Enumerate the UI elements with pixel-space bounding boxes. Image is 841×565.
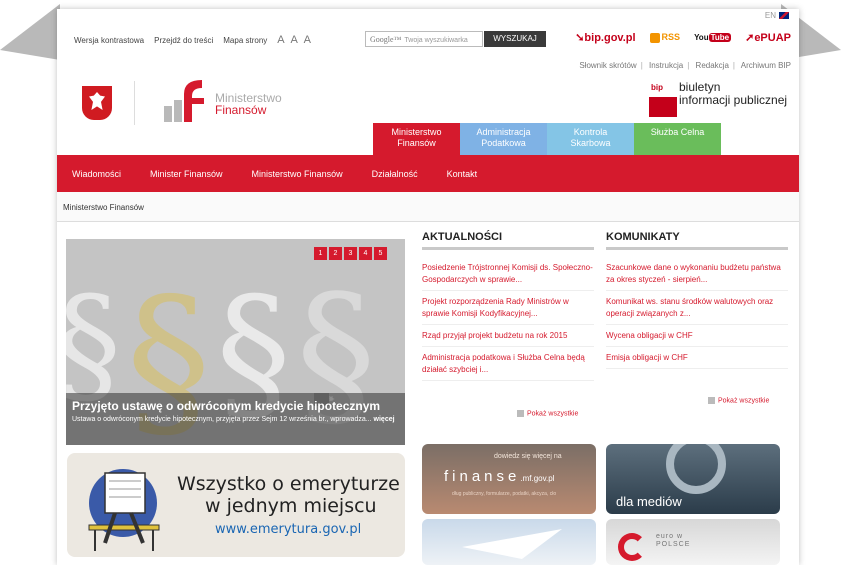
search-input[interactable]: Google™ Twoja wyszukiwarka [365,31,483,47]
utility-links: Wersja kontrastowa Przejdź do treści Map… [74,34,313,46]
finanse-subtitle: dług publiczny, formularze, podatki, akc… [452,491,557,497]
aktualnosci-list: Posiedzenie Trójstronnej Komisji ds. Spo… [422,257,594,381]
skip-to-content-link[interactable]: Przejdź do treści [154,36,213,45]
department-tabs: Ministerstwo Finansów Administracja Podatk… [373,123,721,155]
bip-gov-link[interactable]: ➘bip.gov.pl [575,31,635,44]
contrast-link[interactable]: Wersja kontrastowa [74,36,144,45]
reading-man-illustration [88,469,160,551]
glossary-link[interactable]: Słownik skrótów [579,61,636,70]
emerytura-line1: Wszystko o emeryturze [177,473,400,495]
tab-administracja-podatkowa[interactable]: Administracja Podatkowa [460,123,547,155]
euro-ring-icon [618,533,646,561]
media-banner[interactable]: dla mediów [606,444,780,514]
header-divider [134,81,135,125]
editorial-link[interactable]: Redakcja [696,61,729,70]
finanse-banner[interactable]: dowiedz się więcej na finanse.mf.gov.pl … [422,444,596,514]
emerytura-banner[interactable]: Wszystko o emeryturze w jednym miejscu w… [67,453,405,557]
aktualnosci-show-all-link[interactable]: Pokaż wszystkie [517,410,578,417]
euro-title: euro w POLSCE [656,533,691,548]
ministry-name[interactable]: Ministerstwo Finansów [215,92,282,116]
slide-title[interactable]: Przyjęto ustawę o odwróconym kredycie hi… [72,399,399,413]
slider-page-3[interactable]: 3 [344,247,357,260]
poland-emblem-icon[interactable] [82,86,112,120]
top-logos: ➘bip.gov.pl RSS You Tube ➚ePUAP [575,31,791,44]
komunikat-item[interactable]: Emisja obligacji w CHF [606,347,788,369]
slider-page-5[interactable]: 5 [374,247,387,260]
font-size-switch[interactable]: A A A [277,34,313,46]
news-item[interactable]: Projekt rozporządzenia Rady Ministrów w … [422,291,594,325]
search-placeholder: Twoja wyszukiwarka [404,37,468,44]
komunikat-item[interactable]: Komunikat ws. stanu środków walutowych o… [606,291,788,325]
sitemap-link[interactable]: Mapa strony [223,36,267,45]
main-nav: Wiadomości Minister Finansów Ministerstw… [57,155,799,192]
nav-minister-finansow[interactable]: Minister Finansów [150,169,223,179]
komunikat-item[interactable]: Szacunkowe dane o wykonaniu budżetu pańs… [606,257,788,291]
news-slider[interactable]: § § § § 1 2 3 4 5 < > II ► Przyjęto usta… [66,239,405,445]
nav-kontakt[interactable]: Kontakt [447,169,478,179]
ring-icon [666,444,726,494]
paper-plane-icon [462,529,562,559]
left-frame-decoration [0,4,60,60]
square-icon [708,397,715,404]
bip-title-line2: informacji publicznej [679,93,788,107]
nav-wiadomosci[interactable]: Wiadomości [72,169,121,179]
square-icon [517,410,524,417]
epuap-link[interactable]: ➚ePUAP [745,31,791,44]
bip-logo-icon[interactable]: bip [649,83,677,117]
website-page: EN Wersja kontrastowa Przejdź do treści … [57,9,799,565]
search-button[interactable]: WYSZUKAJ [484,31,546,47]
slide-more-link[interactable]: więcej [374,416,395,423]
mf-logo-icon[interactable] [162,76,210,124]
slider-page-4[interactable]: 4 [359,247,372,260]
bip-archive-link[interactable]: Archiwum BIP [741,61,791,70]
nav-ministerstwo-finansow[interactable]: Ministerstwo Finansów [252,169,343,179]
emerytura-line2: w jednym miejscu [205,495,377,517]
slider-page-1[interactable]: 1 [314,247,327,260]
nav-dzialalnosc[interactable]: Działalność [372,169,418,179]
instruction-link[interactable]: Instrukcja [649,61,683,70]
rss-link[interactable]: RSS [649,32,680,43]
uk-flag-icon [779,12,789,20]
top-links: Słownik skrótów | Instrukcja | Redakcja | A… [579,61,791,70]
rss-icon [649,32,660,43]
google-logo: Google™ [370,35,402,44]
euro-banner[interactable]: euro w POLSCE [606,519,780,565]
finanse-title: finanse.mf.gov.pl [444,468,555,485]
news-item[interactable]: Posiedzenie Trójstronnej Komisji ds. Spo… [422,257,594,291]
slide-description: Ustawa o odwróconym kredycie hipotecznym… [72,416,372,423]
breadcrumb: Ministerstwo Finansów [57,192,799,222]
language-switch[interactable]: EN [765,11,789,20]
tab-kontrola-skarbowa[interactable]: Kontrola Skarbowa [547,123,634,155]
plane-banner[interactable] [422,519,596,565]
slider-page-2[interactable]: 2 [329,247,342,260]
komunikaty-list: Szacunkowe dane o wykonaniu budżetu pańs… [606,257,788,369]
news-item[interactable]: Rząd przyjął projekt budżetu na rok 2015 [422,325,594,347]
media-title: dla mediów [616,494,682,509]
slider-pager: 1 2 3 4 5 < > II ► [314,247,387,406]
komunikaty-heading: KOMUNIKATY [606,231,788,250]
tab-sluzba-celna[interactable]: Służba Celna [634,123,721,155]
komunikaty-show-all-link[interactable]: Pokaż wszystkie [708,397,769,404]
tab-ministerstwo-finansow[interactable]: Ministerstwo Finansów [373,123,460,155]
bip-title[interactable]: biuletyn informacji publicznej [679,81,787,107]
news-item[interactable]: Administracja podatkowa i Służba Celna b… [422,347,594,381]
emerytura-url[interactable]: www.emerytura.gov.pl [215,522,361,537]
slide-caption: Przyjęto ustawę o odwróconym kredycie hi… [66,393,405,445]
ministry-name-line2: Finansów [215,103,267,117]
youtube-link[interactable]: You Tube [694,33,732,42]
komunikat-item[interactable]: Wycena obligacji w CHF [606,325,788,347]
aktualnosci-heading: AKTUALNOŚCI [422,231,594,250]
finanse-tagline: dowiedz się więcej na [494,453,562,460]
